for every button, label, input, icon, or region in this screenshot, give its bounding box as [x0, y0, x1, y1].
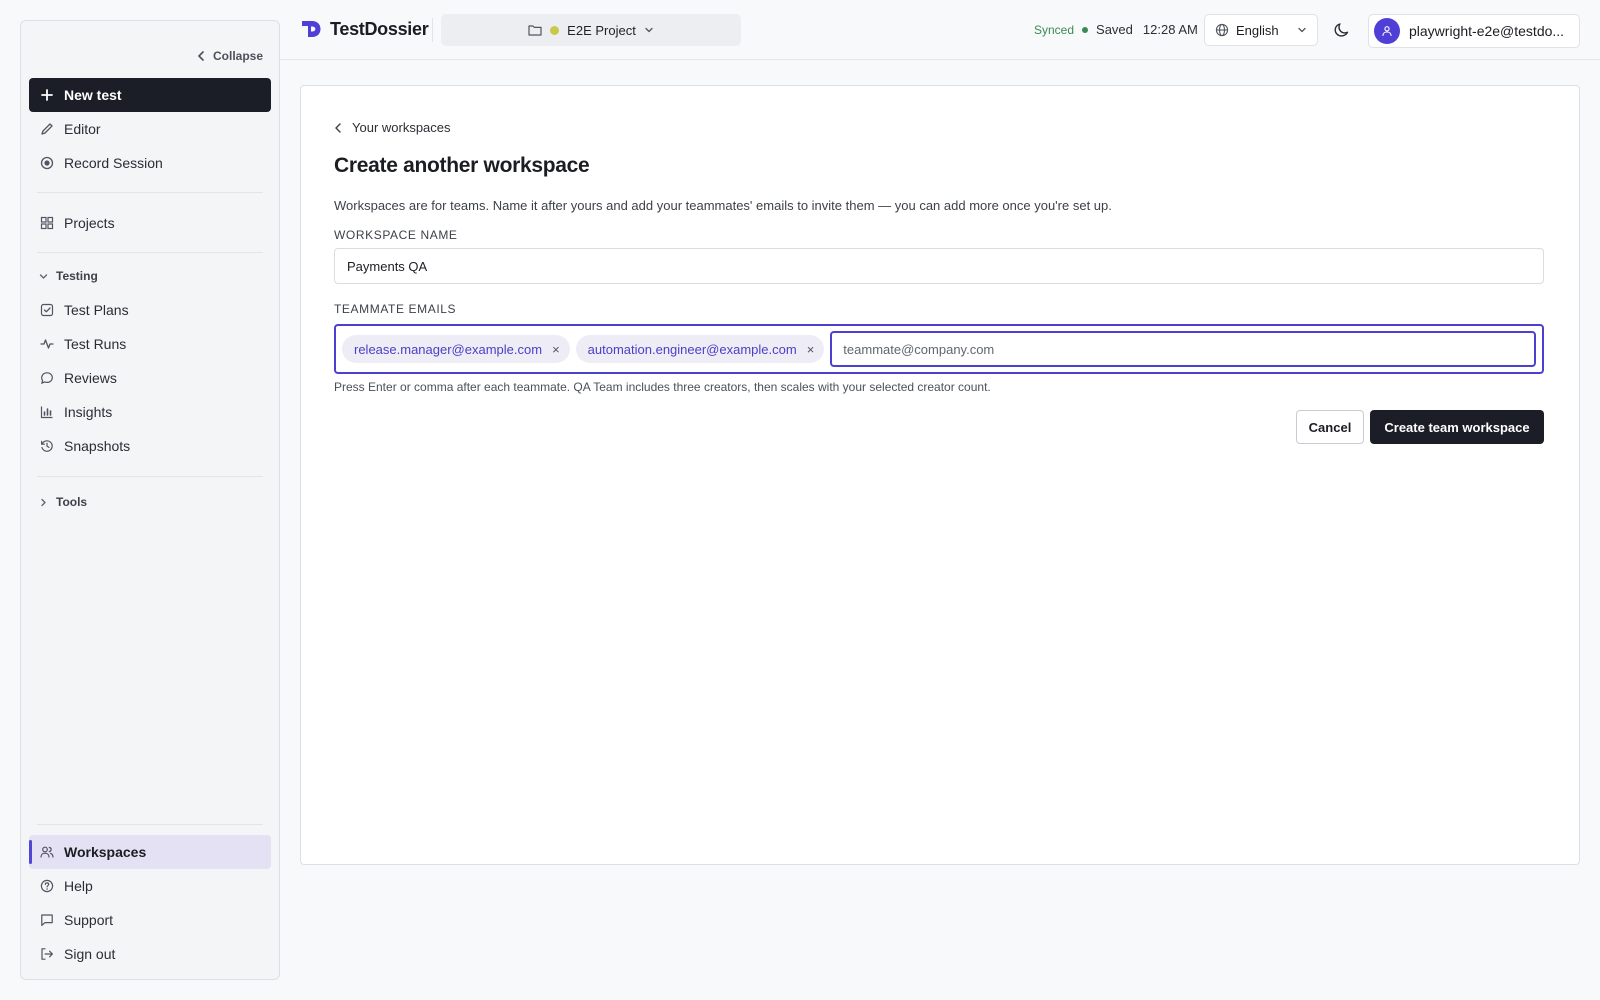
teammate-email-input[interactable]: [830, 331, 1536, 367]
sidebar-item-label: Support: [64, 912, 114, 928]
record-icon: [40, 156, 54, 170]
sync-status: Synced: [1034, 22, 1075, 37]
folder-icon: [528, 24, 542, 36]
pencil-icon: [40, 122, 54, 136]
sidebar-item-label: Workspaces: [64, 844, 147, 860]
sidebar-item-label: Record Session: [64, 155, 163, 171]
save-status: Synced Saved 12:28 AM: [1034, 22, 1198, 37]
create-workspace-card: Your workspaces Create another workspace…: [300, 85, 1580, 865]
globe-icon: [1215, 23, 1229, 37]
sidebar-item-insights[interactable]: Insights: [29, 395, 271, 429]
collapse-label: Collapse: [212, 49, 263, 63]
sidebar-item-label: Reviews: [64, 370, 117, 386]
header-divider: [432, 18, 433, 42]
user-icon: [1381, 25, 1393, 37]
moon-icon: [1332, 20, 1352, 40]
create-team-workspace-button[interactable]: Create team workspace: [1370, 410, 1544, 444]
section-label: Tools: [56, 495, 88, 509]
sidebar-divider: [37, 476, 263, 477]
chevron-right-icon: [39, 498, 48, 507]
cancel-button[interactable]: Cancel: [1296, 410, 1364, 444]
workspace-name-label: WORKSPACE NAME: [334, 228, 458, 242]
language-label: English: [1236, 22, 1279, 38]
account-email: playwright-e2e@testdo...: [1409, 23, 1565, 39]
sidebar-item-label: Editor: [64, 121, 101, 137]
sidebar-divider: [37, 192, 263, 193]
sidebar-item-snapshots[interactable]: Snapshots: [29, 429, 271, 463]
email-chip: automation.engineer@example.com ×: [575, 335, 825, 363]
saved-status: Saved: [1096, 22, 1133, 37]
back-to-workspaces-link[interactable]: Your workspaces: [334, 120, 451, 135]
logo-icon: [300, 18, 322, 40]
sidebar-item-label: Test Runs: [64, 336, 127, 352]
chat-bubble-icon: [40, 371, 54, 385]
sidebar-item-sign-out[interactable]: Sign out: [29, 937, 271, 971]
chevron-down-icon: [644, 26, 654, 34]
clock-time: 12:28 AM: [1142, 22, 1198, 37]
tools-section-toggle[interactable]: Tools: [39, 495, 87, 509]
sidebar-item-test-plans[interactable]: Test Plans: [29, 293, 271, 327]
activity-icon: [40, 337, 54, 351]
sidebar-item-label: Snapshots: [64, 438, 131, 454]
project-status-dot: [550, 25, 560, 35]
sidebar-item-label: Test Plans: [64, 302, 129, 318]
sidebar-item-record-session[interactable]: Record Session: [29, 146, 271, 180]
app-name: TestDossier: [330, 18, 429, 39]
sidebar: Collapse New test Editor Record Session …: [20, 20, 280, 980]
chevron-down-icon: [39, 272, 48, 281]
collapse-button[interactable]: Collapse: [197, 49, 263, 63]
sidebar-divider: [37, 252, 263, 253]
chevron-left-icon: [197, 51, 205, 61]
account-menu-button[interactable]: playwright-e2e@testdo...: [1368, 14, 1580, 48]
sidebar-item-label: Help: [64, 878, 93, 894]
message-square-icon: [40, 913, 54, 927]
sidebar-item-help[interactable]: Help: [29, 869, 271, 903]
bar-chart-icon: [40, 405, 54, 419]
help-circle-icon: [40, 879, 54, 893]
sidebar-item-workspaces[interactable]: Workspaces: [29, 835, 271, 869]
teammate-emails-helper: Press Enter or comma after each teammate…: [334, 380, 991, 394]
history-icon: [40, 439, 54, 453]
sidebar-item-label: Sign out: [64, 946, 116, 962]
chevron-left-icon: [334, 122, 342, 133]
chevron-down-icon: [1297, 26, 1307, 34]
email-chip-label: release.manager@example.com: [354, 341, 543, 357]
section-label: Testing: [56, 269, 98, 283]
back-link-label: Your workspaces: [352, 120, 451, 135]
top-header: TestDossier E2E Project Synced Saved 12:…: [280, 0, 1600, 60]
sidebar-item-editor[interactable]: Editor: [29, 112, 271, 146]
teammate-emails-field[interactable]: release.manager@example.com × automation…: [334, 324, 1544, 374]
new-test-button[interactable]: New test: [29, 78, 271, 112]
users-icon: [40, 845, 54, 859]
project-name: E2E Project: [567, 22, 636, 38]
sidebar-item-support[interactable]: Support: [29, 903, 271, 937]
project-selector[interactable]: E2E Project: [441, 14, 741, 46]
new-test-label: New test: [64, 87, 122, 103]
sidebar-item-reviews[interactable]: Reviews: [29, 361, 271, 395]
avatar: [1374, 18, 1400, 44]
email-chip-label: automation.engineer@example.com: [587, 341, 797, 357]
theme-toggle-button[interactable]: [1332, 20, 1352, 40]
sidebar-item-projects[interactable]: Projects: [29, 206, 271, 240]
sidebar-item-label: Projects: [64, 215, 115, 231]
status-dot: [1082, 26, 1089, 33]
sidebar-item-test-runs[interactable]: Test Runs: [29, 327, 271, 361]
testing-section-toggle[interactable]: Testing: [39, 269, 98, 283]
sidebar-item-label: Insights: [64, 404, 113, 420]
grid-icon: [40, 216, 54, 230]
remove-email-icon[interactable]: ×: [552, 342, 560, 357]
sign-out-icon: [40, 947, 54, 961]
email-chip: release.manager@example.com ×: [342, 335, 570, 363]
teammate-emails-label: TEAMMATE EMAILS: [334, 302, 457, 316]
brand[interactable]: TestDossier: [300, 18, 429, 40]
sidebar-divider: [37, 824, 263, 825]
language-selector[interactable]: English: [1204, 14, 1318, 46]
workspace-name-input[interactable]: [334, 248, 1544, 284]
page-title: Create another workspace: [334, 154, 590, 177]
page-description: Workspaces are for teams. Name it after …: [334, 198, 1112, 213]
remove-email-icon[interactable]: ×: [807, 342, 815, 357]
checklist-icon: [40, 303, 54, 317]
plus-icon: [40, 88, 54, 102]
